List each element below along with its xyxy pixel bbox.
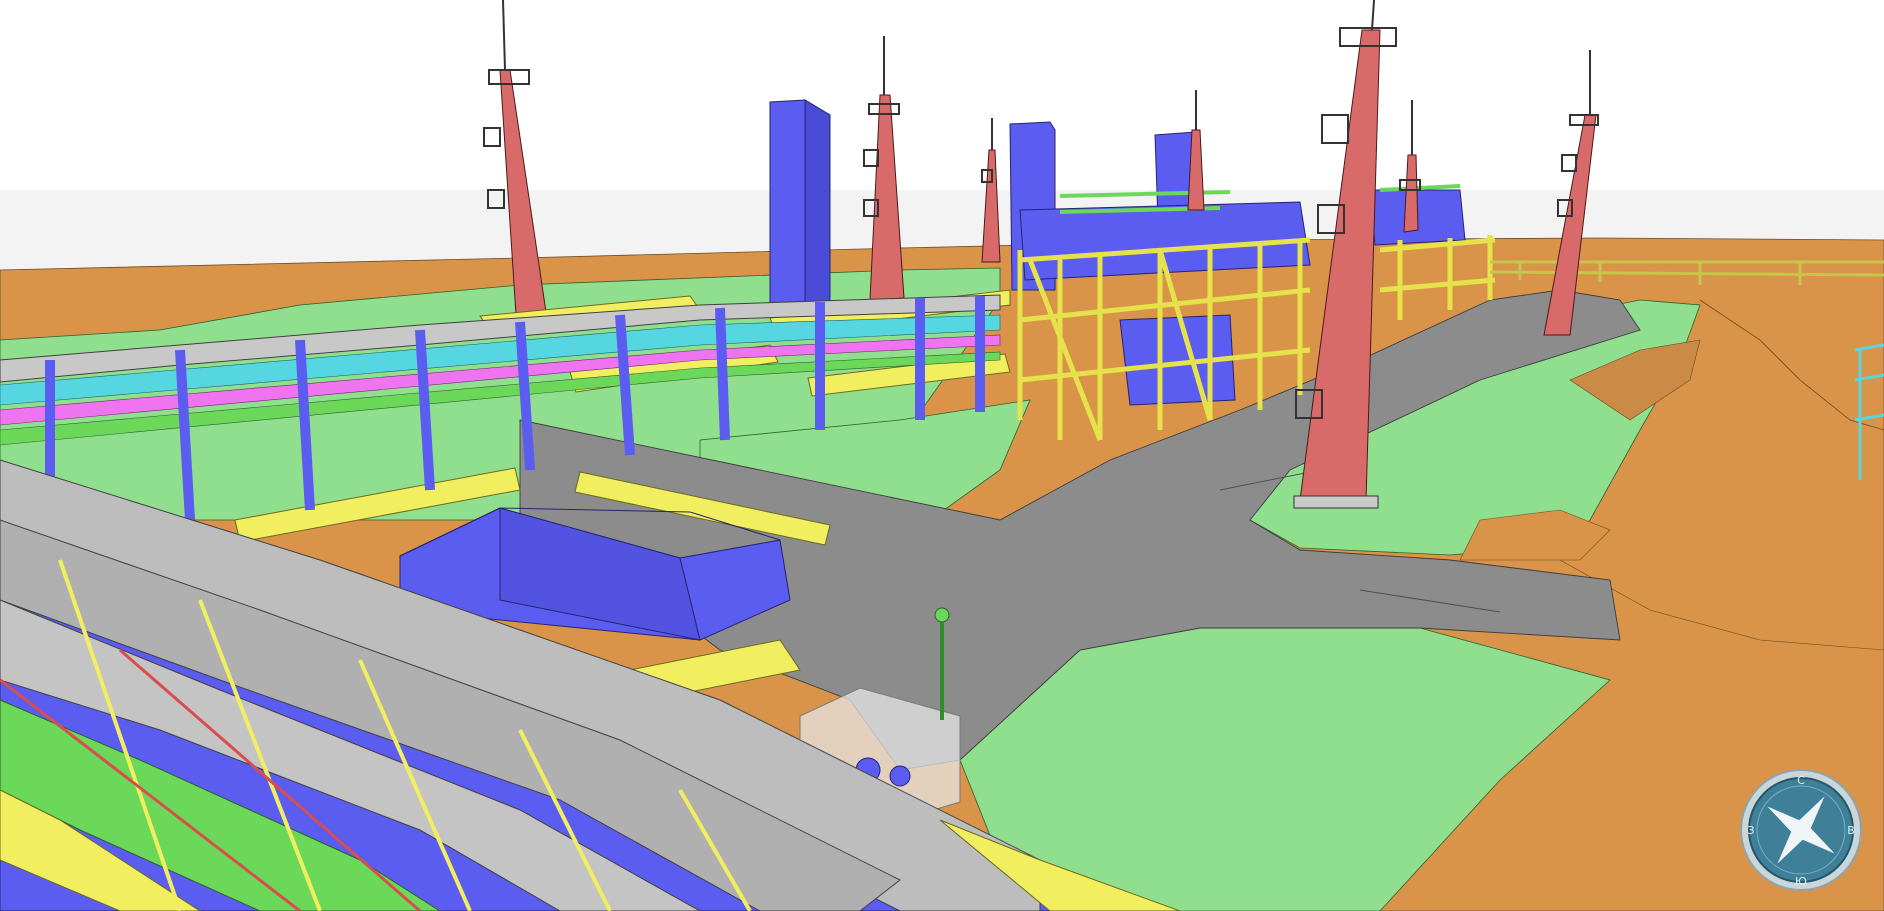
compass-south-label: Ю xyxy=(1795,875,1807,888)
compass-west-label: З xyxy=(1747,824,1754,837)
compass-north-label: С xyxy=(1797,774,1805,787)
compass-east-label: В xyxy=(1847,824,1855,837)
model-viewport[interactable]: С В Ю З xyxy=(0,0,1884,911)
sky xyxy=(0,0,1884,190)
plant-3d-scene[interactable] xyxy=(0,0,1884,911)
blue-stack xyxy=(769,99,831,323)
compass-widget[interactable]: С В Ю З xyxy=(1738,767,1864,893)
